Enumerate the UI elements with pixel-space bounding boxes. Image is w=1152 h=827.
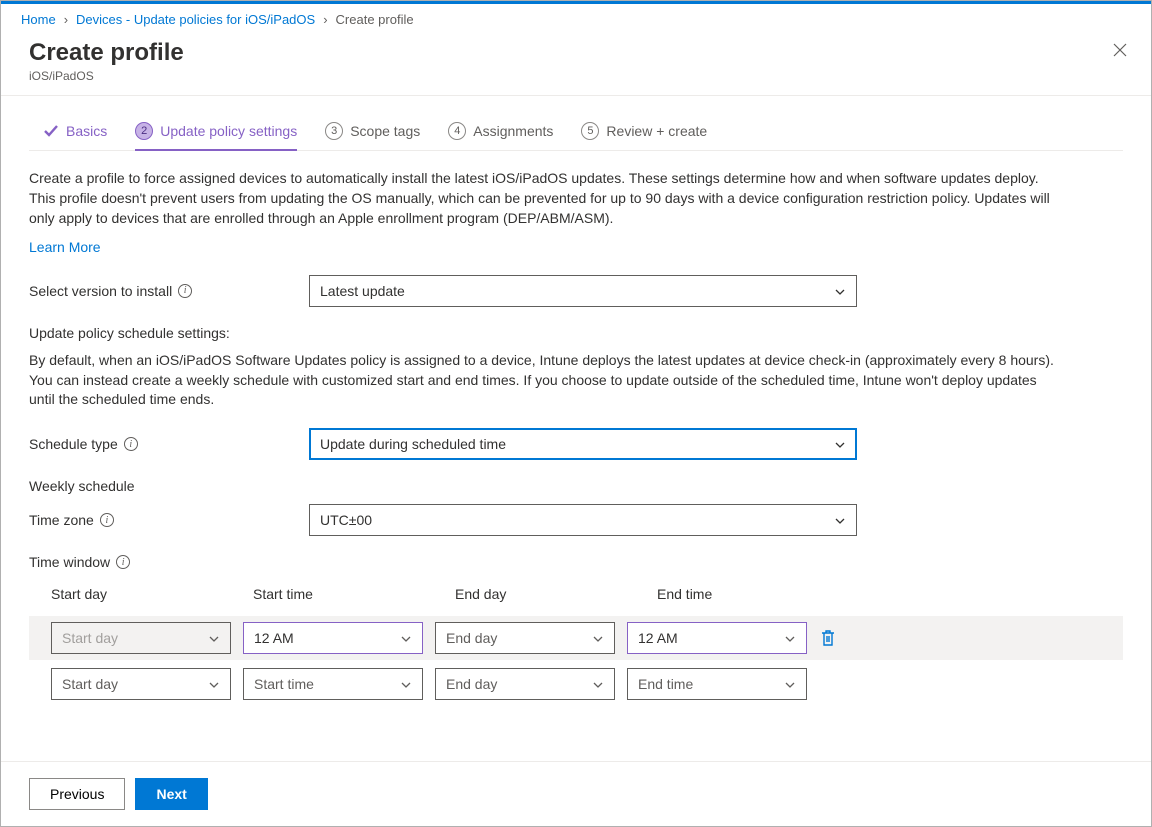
- time-window-table: Start day Start time End day End time St…: [29, 586, 1123, 704]
- timewindow-label: Time window: [29, 554, 110, 570]
- weekly-schedule-heading: Weekly schedule: [29, 478, 1123, 494]
- timezone-dropdown[interactable]: UTC±00: [309, 504, 857, 536]
- tab-scope-tags-label: Scope tags: [350, 123, 420, 139]
- page-subtitle: iOS/iPadOS: [29, 69, 184, 83]
- tab-update-policy-settings[interactable]: 2 Update policy settings: [135, 122, 297, 150]
- tab-scope-tags[interactable]: 3 Scope tags: [325, 122, 420, 150]
- schedule-type-label: Schedule type: [29, 436, 118, 452]
- description-text: Create a profile to force assigned devic…: [29, 169, 1059, 229]
- start-time-dropdown[interactable]: Start time: [243, 668, 423, 700]
- schedule-type-dropdown[interactable]: Update during scheduled time: [309, 428, 857, 460]
- start-day-dropdown[interactable]: Start day: [51, 622, 231, 654]
- chevron-down-icon: [208, 632, 220, 644]
- chevron-down-icon: [784, 632, 796, 644]
- end-time-value: 12 AM: [638, 630, 678, 646]
- learn-more-link[interactable]: Learn More: [29, 239, 101, 255]
- chevron-down-icon: [400, 678, 412, 690]
- timezone-value: UTC±00: [320, 512, 372, 528]
- start-time-value: 12 AM: [254, 630, 294, 646]
- info-icon[interactable]: i: [124, 437, 138, 451]
- select-version-value: Latest update: [320, 283, 405, 299]
- timezone-label: Time zone: [29, 512, 94, 528]
- breadcrumb-devices[interactable]: Devices - Update policies for iOS/iPadOS: [76, 12, 315, 27]
- chevron-down-icon: [592, 678, 604, 690]
- tab-basics[interactable]: Basics: [43, 123, 107, 149]
- close-icon[interactable]: [1109, 39, 1131, 65]
- step-badge-4: 4: [448, 122, 466, 140]
- chevron-down-icon: [834, 514, 846, 526]
- start-day-value: Start day: [62, 630, 118, 646]
- step-badge-5: 5: [581, 122, 599, 140]
- end-day-value: End day: [446, 630, 497, 646]
- schedule-settings-heading: Update policy schedule settings:: [29, 325, 1123, 341]
- tab-update-policy-label: Update policy settings: [160, 123, 297, 139]
- end-time-dropdown[interactable]: 12 AM: [627, 622, 807, 654]
- tab-review-create[interactable]: 5 Review + create: [581, 122, 707, 150]
- info-icon[interactable]: i: [100, 513, 114, 527]
- chevron-right-icon: ›: [323, 12, 327, 27]
- tab-basics-label: Basics: [66, 123, 107, 139]
- start-day-dropdown[interactable]: Start day: [51, 668, 231, 700]
- col-end-day: End day: [455, 586, 645, 602]
- start-time-dropdown[interactable]: 12 AM: [243, 622, 423, 654]
- time-window-row: Start day 12 AM End day 12 AM: [29, 616, 1123, 660]
- chevron-down-icon: [784, 678, 796, 690]
- col-end-time: End time: [657, 586, 847, 602]
- delete-row-icon[interactable]: [819, 629, 837, 647]
- breadcrumb-home[interactable]: Home: [21, 12, 56, 27]
- info-icon[interactable]: i: [178, 284, 192, 298]
- chevron-down-icon: [834, 285, 846, 297]
- schedule-settings-description: By default, when an iOS/iPadOS Software …: [29, 351, 1059, 411]
- select-version-dropdown[interactable]: Latest update: [309, 275, 857, 307]
- step-badge-2: 2: [135, 122, 153, 140]
- end-day-value: End day: [446, 676, 497, 692]
- schedule-type-value: Update during scheduled time: [320, 436, 506, 452]
- col-start-day: Start day: [51, 586, 241, 602]
- next-button[interactable]: Next: [135, 778, 207, 810]
- start-time-value: Start time: [254, 676, 314, 692]
- start-day-value: Start day: [62, 676, 118, 692]
- tab-assignments-label: Assignments: [473, 123, 553, 139]
- end-time-dropdown[interactable]: End time: [627, 668, 807, 700]
- wizard-tabs: Basics 2 Update policy settings 3 Scope …: [29, 96, 1123, 151]
- checkmark-icon: [43, 123, 59, 139]
- chevron-down-icon: [834, 438, 846, 450]
- info-icon[interactable]: i: [116, 555, 130, 569]
- end-day-dropdown[interactable]: End day: [435, 622, 615, 654]
- chevron-down-icon: [208, 678, 220, 690]
- breadcrumb: Home › Devices - Update policies for iOS…: [1, 4, 1151, 33]
- page-title: Create profile: [29, 39, 184, 67]
- tab-review-label: Review + create: [606, 123, 707, 139]
- previous-button[interactable]: Previous: [29, 778, 125, 810]
- select-version-label: Select version to install: [29, 283, 172, 299]
- tab-assignments[interactable]: 4 Assignments: [448, 122, 553, 150]
- time-window-row: Start day Start time End day End time: [51, 664, 1101, 704]
- chevron-down-icon: [592, 632, 604, 644]
- col-start-time: Start time: [253, 586, 443, 602]
- chevron-down-icon: [400, 632, 412, 644]
- end-day-dropdown[interactable]: End day: [435, 668, 615, 700]
- breadcrumb-current: Create profile: [336, 12, 414, 27]
- chevron-right-icon: ›: [64, 12, 68, 27]
- end-time-value: End time: [638, 676, 693, 692]
- step-badge-3: 3: [325, 122, 343, 140]
